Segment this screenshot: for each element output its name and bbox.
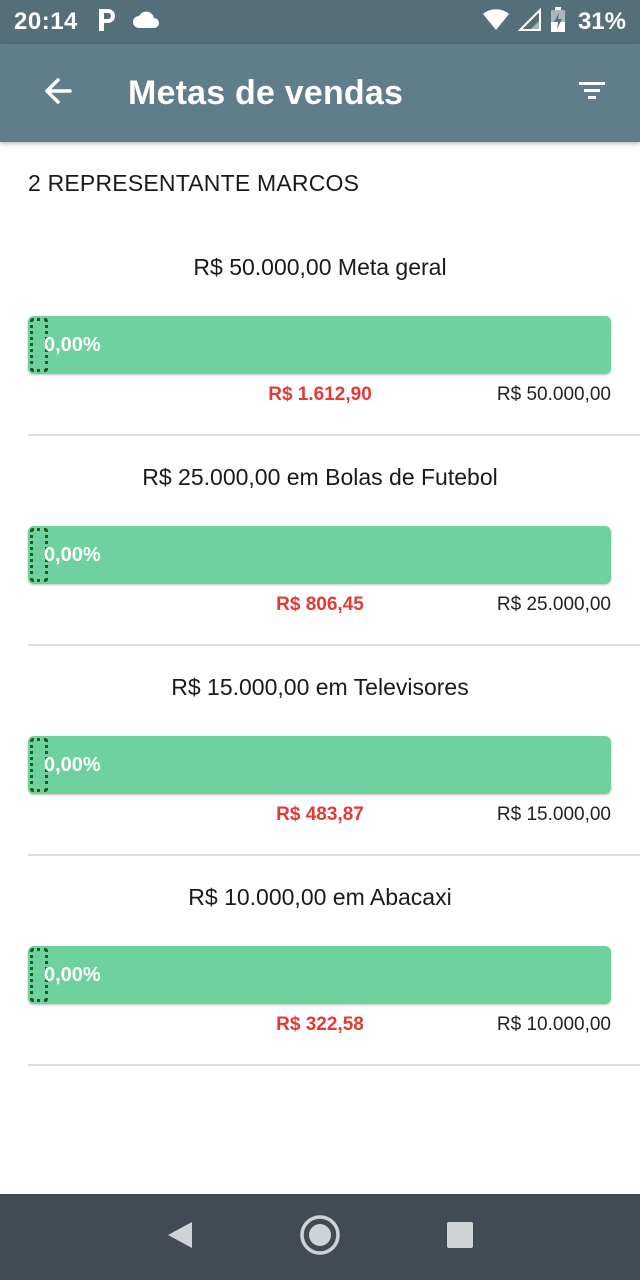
filter-list-icon: [578, 80, 606, 107]
achieved-value: R$ 1.612,90: [268, 384, 372, 405]
goal-card: R$ 15.000,00 em Televisores 0,00% R$ 483…: [0, 654, 640, 864]
back-triangle-icon: [166, 1220, 194, 1255]
target-value: R$ 10.000,00: [496, 1014, 611, 1035]
goal-title: R$ 25.000,00 em Bolas de Futebol: [142, 464, 498, 490]
recents-square-icon: [446, 1221, 474, 1254]
goal-progress-bar: 0,00%: [28, 736, 611, 794]
achieved-value: R$ 806,45: [276, 594, 364, 615]
navigation-bar: [0, 1194, 640, 1280]
target-value: R$ 50.000,00: [496, 384, 611, 405]
goal-title: R$ 15.000,00 em Televisores: [171, 674, 469, 700]
progress-percentage: 0,00%: [44, 334, 101, 356]
back-button[interactable]: [28, 63, 88, 123]
status-bar: 20:14 31%: [0, 0, 640, 44]
target-value: R$ 25.000,00: [496, 594, 611, 615]
signal-icon: [517, 7, 542, 37]
goal-card: R$ 50.000,00 Meta geral 0,00% R$ 1.612,9…: [0, 234, 640, 444]
target-value: R$ 15.000,00: [496, 804, 611, 825]
cloud-icon: [132, 10, 160, 35]
goal-card: R$ 10.000,00 em Abacaxi 0,00% R$ 322,58 …: [0, 864, 640, 1074]
divider: [28, 644, 640, 646]
achieved-value: R$ 322,58: [276, 1014, 364, 1035]
nav-recents-button[interactable]: [430, 1207, 490, 1267]
goal-progress-bar: 0,00%: [28, 316, 611, 374]
wifi-icon: [482, 8, 510, 37]
goal-title: R$ 10.000,00 em Abacaxi: [188, 884, 452, 910]
goals-list: 2 REPRESENTANTE MARCOS R$ 50.000,00 Meta…: [0, 142, 640, 1194]
goal-progress-bar: 0,00%: [28, 946, 611, 1004]
filter-button[interactable]: [564, 65, 620, 121]
divider: [28, 854, 640, 856]
battery-percentage: 31%: [577, 8, 626, 35]
battery-charging-icon: [550, 6, 566, 38]
nav-home-button[interactable]: [290, 1207, 350, 1267]
progress-percentage: 0,00%: [44, 964, 101, 986]
nav-back-button[interactable]: [150, 1207, 210, 1267]
status-time: 20:14: [14, 8, 78, 35]
representative-name: 2 REPRESENTANTE MARCOS: [28, 170, 360, 196]
page-title: Metas de vendas: [128, 73, 404, 112]
goal-progress-bar: 0,00%: [28, 526, 611, 584]
app-bar: Metas de vendas: [0, 44, 640, 142]
goal-title: R$ 50.000,00 Meta geral: [193, 254, 447, 280]
divider: [28, 1064, 640, 1066]
divider: [28, 434, 640, 436]
home-circle-icon: [299, 1214, 341, 1261]
progress-percentage: 0,00%: [44, 754, 101, 776]
goal-card: R$ 25.000,00 em Bolas de Futebol 0,00% R…: [0, 444, 640, 654]
arrow-back-icon: [42, 75, 74, 112]
progress-percentage: 0,00%: [44, 544, 101, 566]
parking-icon: [96, 7, 118, 38]
achieved-value: R$ 483,87: [276, 804, 364, 825]
